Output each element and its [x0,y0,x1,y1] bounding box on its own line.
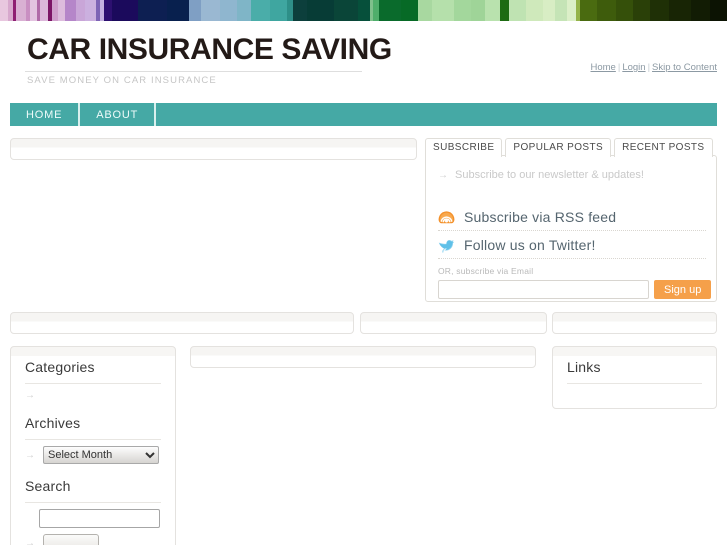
gradient-stripe [709,0,727,21]
gradient-stripe [485,0,500,21]
twitter-follow-row[interactable]: Follow us on Twitter! [438,232,706,259]
tab-popular-posts[interactable]: POPULAR POSTS [505,138,612,157]
search-button-row: → [11,528,175,545]
content-placeholder-box-4 [190,346,536,368]
gradient-stripe [470,0,486,21]
title-divider [25,71,362,72]
gradient-stripe [379,0,402,21]
email-signup-form: Sign up [438,280,712,299]
gradient-stripe [333,0,358,21]
gradient-stripe [270,0,287,21]
gradient-stripe [188,0,201,21]
rss-feed-label: Subscribe via RSS feed [464,209,617,225]
email-subscribe-note: OR, subscribe via Email [438,266,534,276]
rss-icon [438,209,455,226]
header-link-skip-to-content[interactable]: Skip to Content [652,62,717,73]
rss-feed-row[interactable]: Subscribe via RSS feed [438,204,706,231]
header-links: Home | Login | Skip to Content [591,62,718,73]
gradient-stripe [357,0,370,21]
gradient-stripe [453,0,471,21]
header-link-home[interactable]: Home [591,62,616,73]
gradient-stripe [307,0,334,21]
header-link-login[interactable]: Login [622,62,645,73]
content-placeholder-box-3 [552,312,717,334]
arrow-icon: → [25,449,35,461]
gradient-stripe [138,0,167,21]
gradient-stripe [690,0,710,21]
search-button[interactable] [43,534,99,545]
arrow-icon: → [25,538,35,545]
search-input[interactable] [39,509,160,528]
subscribe-intro: → Subscribe to our newsletter & updates! [438,169,644,181]
site-header: CAR INSURANCE SAVING SAVE MONEY ON CAR I… [0,21,727,97]
categories-widget-title: Categories [25,359,95,375]
search-input-row [11,503,175,528]
gradient-stripe [0,0,9,21]
gradient-stripe [64,0,76,21]
subscribe-tab-panel: → Subscribe to our newsletter & updates!… [425,155,717,302]
tab-recent-posts[interactable]: RECENT POSTS [614,138,713,157]
email-field[interactable] [438,280,649,299]
links-widget: Links [552,346,717,409]
gradient-stripe [57,0,65,21]
gradient-stripe [432,0,454,21]
gradient-stripe [566,0,577,21]
gradient-stripe [509,0,526,21]
gradient-stripe [30,0,38,21]
gradient-stripe [250,0,271,21]
gradient-stripe [632,0,650,21]
gradient-stripe [292,0,308,21]
gradient-stripe [649,0,669,21]
left-sidebar: Categories → Archives → Select Month Sea… [10,346,176,545]
gradient-stripe [401,0,418,21]
categories-list: → [11,384,175,401]
gradient-stripe [616,0,633,21]
gradient-stripe [111,0,139,21]
gradient-stripe [166,0,189,21]
gradient-stripe [668,0,691,21]
gradient-stripe [542,0,555,21]
gradient-stripe [554,0,567,21]
arrow-icon: → [438,169,448,181]
gradient-stripe [236,0,251,21]
tab-subscribe[interactable]: SUBSCRIBE [425,138,503,157]
gradient-stripe [39,0,48,21]
subscribe-widget-tabs: SUBSCRIBE POPULAR POSTS RECENT POSTS [425,138,713,157]
gradient-stripe [417,0,433,21]
content-placeholder-box-2 [360,312,547,334]
main-navigation: HOME ABOUT [10,103,717,126]
gradient-stripe [580,0,597,21]
gradient-stripe [219,0,237,21]
gradient-stripe [15,0,27,21]
nav-filler [156,103,717,126]
gradient-stripe [75,0,86,21]
subscribe-intro-text: Subscribe to our newsletter & updates! [455,169,644,181]
nav-item-about[interactable]: ABOUT [80,103,157,126]
links-divider [567,383,702,384]
twitter-bird-icon [438,238,455,253]
decorative-gradient-stripe-bar [0,0,727,21]
links-widget-title: Links [567,359,601,375]
archives-control-row: → Select Month [11,440,175,464]
gradient-stripe [200,0,220,21]
signup-button[interactable]: Sign up [654,280,712,299]
page-root: CAR INSURANCE SAVING SAVE MONEY ON CAR I… [0,0,727,545]
nav-item-home[interactable]: HOME [10,103,81,126]
archives-month-select[interactable]: Select Month [43,446,159,464]
page-title: CAR INSURANCE SAVING [27,33,392,66]
content-placeholder-box-1 [10,312,354,334]
main-content-placeholder [10,138,417,160]
subscribe-widget: SUBSCRIBE POPULAR POSTS RECENT POSTS → S… [425,138,717,302]
archives-widget-title: Archives [25,415,81,431]
site-tagline: SAVE MONEY ON CAR INSURANCE [27,75,217,86]
gradient-stripe [85,0,97,21]
twitter-follow-label: Follow us on Twitter! [464,237,596,253]
search-widget-title: Search [25,478,71,494]
gradient-stripe [525,0,543,21]
gradient-stripe [499,0,510,21]
arrow-icon: → [25,390,35,401]
gradient-stripe [596,0,617,21]
gradient-stripe [104,0,112,21]
